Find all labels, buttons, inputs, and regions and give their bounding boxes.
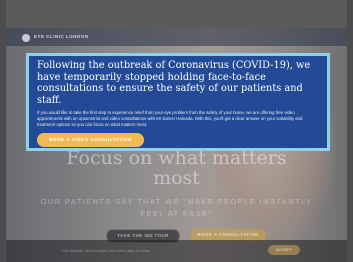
- hero-subtitle: OUR PATIENTS SAY THAT WE "MAKE PEOPLE IN…: [40, 197, 313, 206]
- cookie-text: Our website uses cookies and third party…: [62, 248, 152, 253]
- book-video-consultation-button[interactable]: BOOK A VIDEO CONSULTATION: [37, 133, 144, 148]
- cookie-accept-button[interactable]: ACCEPT: [268, 245, 300, 255]
- covid-notice-modal: Following the outbreak of Coronavirus (C…: [26, 53, 330, 151]
- hero-title: Focus on what matters: [66, 147, 287, 169]
- modal-body-text: If you would like to take the first step…: [37, 110, 303, 127]
- hero-subtitle-line2: FEEL AT EASE": [140, 209, 213, 218]
- hero-title-line2: most: [153, 167, 200, 189]
- site-logo-text[interactable]: EYE CLINIC LONDON: [34, 34, 89, 39]
- logo-icon[interactable]: [22, 34, 30, 42]
- modal-heading: Following the outbreak of Coronavirus (C…: [37, 60, 311, 106]
